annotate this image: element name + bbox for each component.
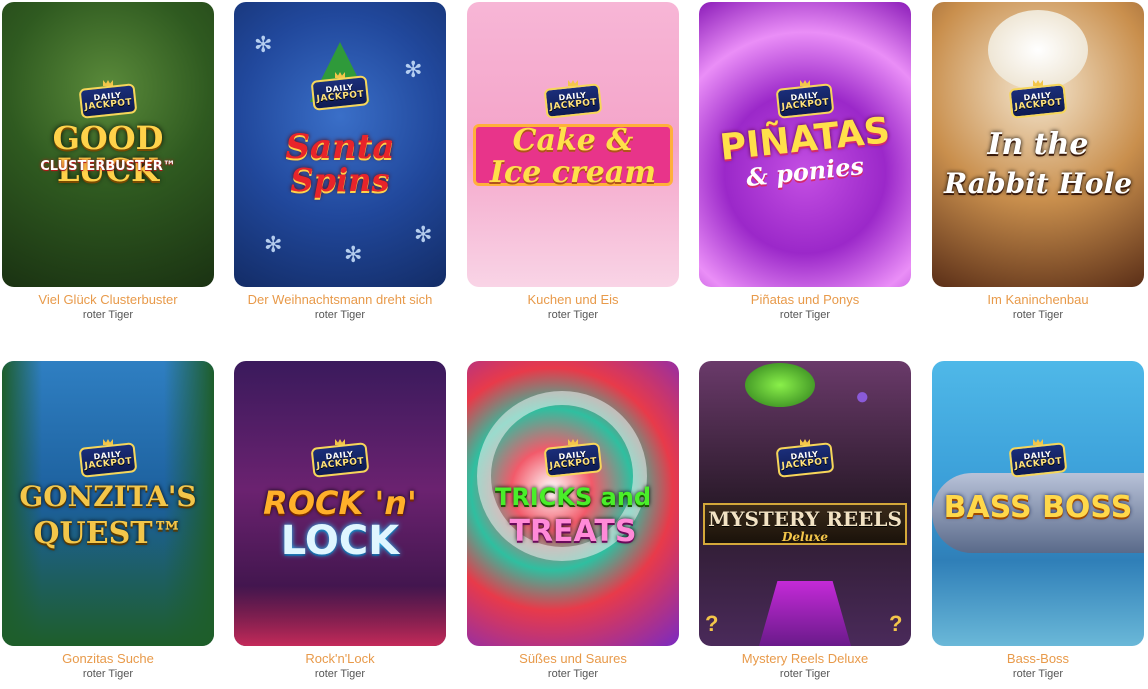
question-mark-icon: ?: [889, 611, 903, 636]
game-card[interactable]: ✻ ✻ ✻ ✻ ✻ DAILY JACKPOT Santa Spins Der W…: [234, 2, 446, 322]
game-logo-text: In the: [987, 127, 1089, 162]
game-title[interactable]: Gonzitas Suche: [2, 651, 214, 666]
game-provider: roter Tiger: [314, 668, 366, 680]
daily-jackpot-badge: DAILY JACKPOT: [76, 439, 140, 479]
game-provider: roter Tiger: [1012, 309, 1064, 321]
game-thumbnail[interactable]: ✻ ✻ ✻ ✻ ✻ DAILY JACKPOT Santa Spins: [234, 2, 446, 287]
wheel-segment: [759, 581, 851, 646]
game-thumbnail[interactable]: ● DAILY JACKPOT MYSTERY REELS Deluxe ? ?: [699, 361, 911, 646]
game-provider: roter Tiger: [547, 309, 599, 321]
game-thumbnail[interactable]: DAILY JACKPOT PIÑATAS & ponies: [699, 2, 911, 287]
daily-jackpot-badge: DAILY JACKPOT: [1006, 439, 1070, 479]
game-provider: roter Tiger: [779, 668, 831, 680]
game-logo-subtext: Spins: [290, 161, 390, 199]
game-logo-text: GONZITA'S: [19, 480, 197, 513]
game-logo-text: Santa: [285, 127, 395, 167]
game-logo-text: BASS BOSS: [943, 490, 1133, 525]
game-title[interactable]: Piñatas und Ponys: [699, 292, 911, 307]
game-title[interactable]: Mystery Reels Deluxe: [699, 651, 911, 666]
question-mark-icon: ?: [705, 611, 719, 636]
daily-jackpot-badge: DAILY JACKPOT: [308, 439, 372, 479]
snowflake-icon: ✻: [254, 32, 273, 57]
game-thumbnail[interactable]: DAILY JACKPOT Cake & Ice cream: [467, 2, 679, 287]
game-card[interactable]: DAILY JACKPOT BASS BOSS Bass-Boss roter T…: [932, 361, 1144, 681]
game-card[interactable]: DAILY JACKPOT GOOD LUCK CLUSTERBUSTER™ Vi…: [2, 2, 214, 322]
game-title[interactable]: Rock'n'Lock: [234, 651, 446, 666]
game-card[interactable]: DAILY JACKPOT In the Rabbit Hole Im Kanin…: [932, 2, 1144, 322]
game-logo-subtext: QUEST™: [33, 516, 183, 551]
daily-jackpot-badge: DAILY JACKPOT: [308, 72, 372, 112]
game-title[interactable]: Bass-Boss: [932, 651, 1144, 666]
game-logo-subtext: Ice cream: [489, 155, 657, 190]
game-title[interactable]: Viel Glück Clusterbuster: [2, 292, 214, 307]
game-card[interactable]: DAILY JACKPOT ROCK 'n' LOCK Rock'n'Lock r…: [234, 361, 446, 681]
game-title[interactable]: Kuchen und Eis: [467, 292, 679, 307]
daily-jackpot-badge: DAILY JACKPOT: [541, 80, 605, 120]
daily-jackpot-badge: DAILY JACKPOT: [1006, 80, 1070, 120]
neon-glow: [234, 586, 446, 646]
grapes-icon: ●: [855, 383, 870, 410]
daily-jackpot-badge: DAILY JACKPOT: [76, 80, 140, 120]
daily-jackpot-badge: DAILY JACKPOT: [773, 439, 837, 479]
snowflake-icon: ✻: [344, 242, 363, 267]
game-provider: roter Tiger: [1012, 668, 1064, 680]
game-card[interactable]: DAILY JACKPOT TRICKS and TREATS Süßes und…: [467, 361, 679, 681]
snowflake-icon: ✻: [264, 232, 283, 257]
game-logo-subtext: LOCK: [280, 518, 400, 564]
game-card[interactable]: DAILY JACKPOT PIÑATAS & ponies Piñatas un…: [699, 2, 911, 322]
daily-jackpot-badge: DAILY JACKPOT: [541, 439, 605, 479]
game-thumbnail[interactable]: DAILY JACKPOT GONZITA'S QUEST™: [2, 361, 214, 646]
game-thumbnail[interactable]: DAILY JACKPOT ROCK 'n' LOCK: [234, 361, 446, 646]
game-logo-subtext: Rabbit Hole: [943, 167, 1133, 200]
game-thumbnail[interactable]: DAILY JACKPOT In the Rabbit Hole: [932, 2, 1144, 287]
game-thumbnail[interactable]: DAILY JACKPOT GOOD LUCK CLUSTERBUSTER™: [2, 2, 214, 287]
game-title[interactable]: Der Weihnachtsmann dreht sich: [234, 292, 446, 307]
game-logo-text: Cake &: [512, 123, 634, 158]
game-thumbnail[interactable]: DAILY JACKPOT BASS BOSS: [932, 361, 1144, 646]
game-provider: roter Tiger: [547, 668, 599, 680]
game-logo-text: TRICKS and: [494, 483, 652, 511]
game-card[interactable]: DAILY JACKPOT Cake & Ice cream Kuchen und…: [467, 2, 679, 322]
snowflake-icon: ✻: [414, 222, 433, 247]
game-logo-subtext: CLUSTERBUSTER™: [40, 159, 176, 174]
gem-icon: [745, 363, 815, 407]
game-card[interactable]: ● DAILY JACKPOT MYSTERY REELS Deluxe ? ? …: [699, 361, 911, 681]
game-logo-text: ROCK 'n': [263, 484, 417, 522]
game-card[interactable]: DAILY JACKPOT GONZITA'S QUEST™ Gonzitas S…: [2, 361, 214, 681]
game-title[interactable]: Süßes und Saures: [467, 651, 679, 666]
game-provider: roter Tiger: [314, 309, 366, 321]
game-logo-text: GOOD LUCK: [52, 119, 164, 189]
game-row: DAILY JACKPOT GOOD LUCK CLUSTERBUSTER™ Vi…: [2, 2, 1146, 332]
game-thumbnail[interactable]: DAILY JACKPOT TRICKS and TREATS: [467, 361, 679, 646]
game-provider: roter Tiger: [82, 309, 134, 321]
game-title[interactable]: Im Kaninchenbau: [932, 292, 1144, 307]
game-logo-subtext: TREATS: [509, 514, 637, 549]
game-provider: roter Tiger: [779, 309, 831, 321]
game-row: DAILY JACKPOT GONZITA'S QUEST™ Gonzitas S…: [2, 361, 1146, 689]
rose-icon: [988, 10, 1088, 90]
snowflake-icon: ✻: [404, 57, 423, 82]
game-logo-subtext: Deluxe: [781, 530, 829, 544]
game-provider: roter Tiger: [82, 668, 134, 680]
daily-jackpot-badge: DAILY JACKPOT: [773, 80, 837, 120]
game-logo-text: MYSTERY REELS: [708, 507, 902, 531]
